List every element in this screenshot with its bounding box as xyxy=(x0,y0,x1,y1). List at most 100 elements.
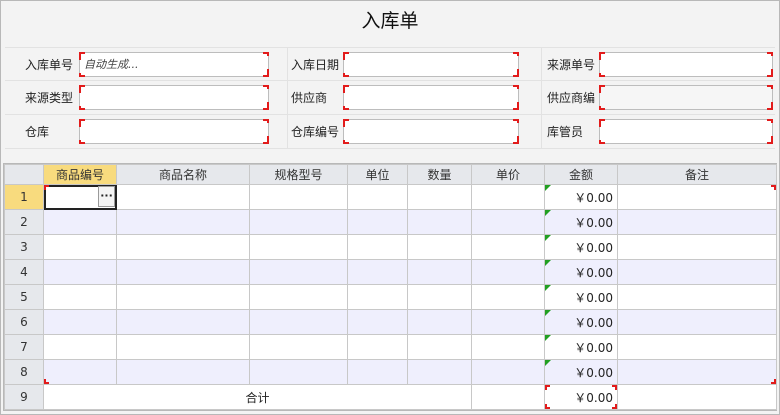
row-header[interactable]: 3 xyxy=(4,234,44,260)
warehouse-code-field[interactable] xyxy=(343,119,519,144)
unit-cell[interactable] xyxy=(347,259,408,285)
spec-cell[interactable] xyxy=(249,209,348,235)
spec-cell[interactable] xyxy=(249,259,348,285)
col-header-product-code[interactable]: 商品编号 xyxy=(43,164,117,185)
product-name-cell[interactable] xyxy=(116,184,250,210)
product-code-cell[interactable] xyxy=(43,309,117,335)
product-name-cell[interactable] xyxy=(116,259,250,285)
receipt-date-field[interactable] xyxy=(343,52,519,77)
row-header[interactable]: 1 xyxy=(4,184,44,210)
quantity-cell[interactable] xyxy=(407,209,472,235)
remark-cell[interactable] xyxy=(617,334,777,360)
table-row: 3 ￥0.00 xyxy=(4,234,777,260)
quantity-cell[interactable] xyxy=(407,259,472,285)
unit-cell[interactable] xyxy=(347,284,408,310)
row-header[interactable]: 4 xyxy=(4,259,44,285)
warehouse-code-label: 仓库编号 xyxy=(291,125,340,139)
product-code-cell[interactable] xyxy=(43,334,117,360)
unit-price-cell[interactable] xyxy=(471,309,545,335)
spec-cell[interactable] xyxy=(249,309,348,335)
table-row: 7 ￥0.00 xyxy=(4,334,777,360)
unit-price-cell[interactable] xyxy=(471,334,545,360)
row-header[interactable]: 5 xyxy=(4,284,44,310)
unit-price-cell[interactable] xyxy=(471,359,545,385)
remark-cell[interactable] xyxy=(617,234,777,260)
lookup-button[interactable]: ··· xyxy=(98,186,115,207)
col-header-product-name[interactable]: 商品名称 xyxy=(116,164,250,185)
formula-marker-icon xyxy=(545,235,551,241)
keeper-label: 库管员 xyxy=(547,125,584,139)
quantity-cell[interactable] xyxy=(407,284,472,310)
warehouse-field[interactable] xyxy=(79,119,269,144)
product-name-cell[interactable] xyxy=(116,234,250,260)
source-type-field[interactable] xyxy=(79,85,269,110)
amount-cell[interactable]: ￥0.00 xyxy=(544,184,618,210)
col-header-spec[interactable]: 规格型号 xyxy=(249,164,348,185)
row-header[interactable]: 6 xyxy=(4,309,44,335)
unit-cell[interactable] xyxy=(347,209,408,235)
quantity-cell[interactable] xyxy=(407,334,472,360)
unit-price-cell[interactable] xyxy=(471,284,545,310)
keeper-field[interactable] xyxy=(599,119,773,144)
remark-cell[interactable] xyxy=(617,359,777,385)
product-code-cell[interactable] xyxy=(43,259,117,285)
product-code-cell[interactable] xyxy=(43,359,117,385)
amount-cell[interactable]: ￥0.00 xyxy=(544,209,618,235)
required-marker xyxy=(44,379,49,384)
unit-cell[interactable] xyxy=(347,359,408,385)
unit-price-cell[interactable] xyxy=(471,259,545,285)
amount-cell[interactable]: ￥0.00 xyxy=(544,259,618,285)
row-header[interactable]: 2 xyxy=(4,209,44,235)
spec-cell[interactable] xyxy=(249,334,348,360)
amount-cell[interactable]: ￥0.00 xyxy=(544,309,618,335)
spec-cell[interactable] xyxy=(249,284,348,310)
product-name-cell[interactable] xyxy=(116,209,250,235)
product-name-cell[interactable] xyxy=(116,284,250,310)
unit-cell[interactable] xyxy=(347,234,408,260)
quantity-cell[interactable] xyxy=(407,234,472,260)
remark-cell[interactable] xyxy=(617,259,777,285)
table-row: 2 ￥0.00 xyxy=(4,209,777,235)
col-header-unit-price[interactable]: 单价 xyxy=(471,164,545,185)
unit-cell[interactable] xyxy=(347,334,408,360)
row-header[interactable]: 8 xyxy=(4,359,44,385)
product-code-cell[interactable] xyxy=(43,284,117,310)
unit-cell[interactable] xyxy=(347,184,408,210)
amount-cell[interactable]: ￥0.00 xyxy=(544,234,618,260)
remark-cell[interactable] xyxy=(617,184,777,210)
quantity-cell[interactable] xyxy=(407,309,472,335)
col-header-amount[interactable]: 金额 xyxy=(544,164,618,185)
product-name-cell[interactable] xyxy=(116,334,250,360)
col-header-quantity[interactable]: 数量 xyxy=(407,164,472,185)
amount-cell[interactable]: ￥0.00 xyxy=(544,284,618,310)
unit-price-cell[interactable] xyxy=(471,234,545,260)
product-name-cell[interactable] xyxy=(116,359,250,385)
receipt-no-field[interactable]: 自动生成... xyxy=(79,52,269,77)
supplier-code-field[interactable] xyxy=(599,85,773,110)
product-code-cell-active[interactable]: ··· xyxy=(43,184,117,210)
unit-cell[interactable] xyxy=(347,309,408,335)
remark-cell[interactable] xyxy=(617,209,777,235)
amount-cell[interactable]: ￥0.00 xyxy=(544,334,618,360)
corner-cell[interactable] xyxy=(4,164,44,185)
supplier-field[interactable] xyxy=(343,85,519,110)
source-no-field[interactable] xyxy=(599,52,773,77)
product-code-cell[interactable] xyxy=(43,234,117,260)
remark-cell[interactable] xyxy=(617,309,777,335)
unit-price-cell[interactable] xyxy=(471,209,545,235)
formula-marker-icon xyxy=(545,310,551,316)
col-header-unit[interactable]: 单位 xyxy=(347,164,408,185)
col-header-remark[interactable]: 备注 xyxy=(617,164,777,185)
spec-cell[interactable] xyxy=(249,184,348,210)
row-header[interactable]: 9 xyxy=(4,384,44,410)
product-name-cell[interactable] xyxy=(116,309,250,335)
remark-cell[interactable] xyxy=(617,284,777,310)
row-header[interactable]: 7 xyxy=(4,334,44,360)
unit-price-cell[interactable] xyxy=(471,184,545,210)
spec-cell[interactable] xyxy=(249,234,348,260)
quantity-cell[interactable] xyxy=(407,184,472,210)
product-code-cell[interactable] xyxy=(43,209,117,235)
quantity-cell[interactable] xyxy=(407,359,472,385)
spec-cell[interactable] xyxy=(249,359,348,385)
amount-cell[interactable]: ￥0.00 xyxy=(544,359,618,385)
